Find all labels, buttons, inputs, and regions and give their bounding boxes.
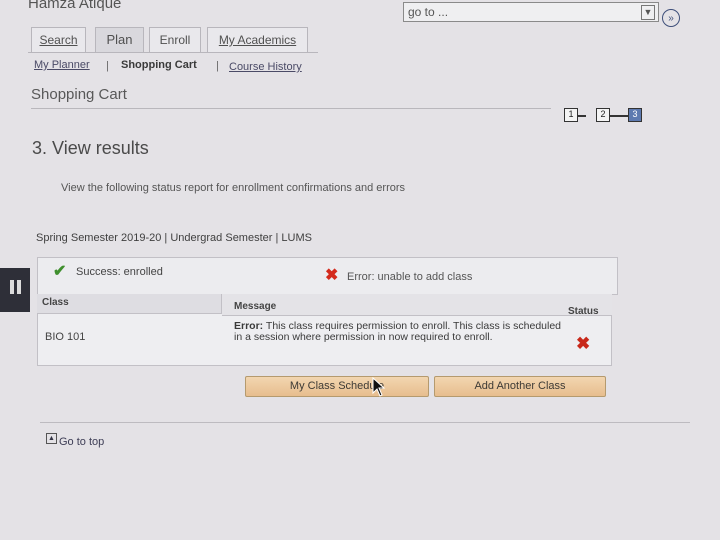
arrow-up-icon[interactable]: ▲ [46, 433, 57, 444]
table-row-message: Error: This class requires permission to… [234, 321, 564, 343]
column-header-message: Message [234, 301, 277, 312]
chevron-down-icon: ▼ [641, 5, 655, 20]
instructions-text: View the following status report for enr… [61, 182, 406, 194]
tab-plan-label: Plan [106, 32, 133, 47]
x-icon: ✖ [325, 267, 339, 284]
double-chevron-right-icon[interactable]: » [662, 9, 680, 27]
subnav-separator: | [106, 60, 109, 72]
step-connector [610, 115, 628, 117]
step-heading: 3. View results [32, 138, 149, 158]
tabs-divider [28, 52, 318, 53]
check-icon: ✔ [53, 263, 67, 280]
tab-plan[interactable]: Plan [95, 27, 144, 52]
message-header-cell [222, 294, 612, 316]
table-row-class: BIO 101 [45, 331, 86, 343]
subnav-my-planner[interactable]: My Planner [34, 59, 90, 71]
x-icon: ✖ [576, 334, 591, 353]
subnav-course-history[interactable]: Course History [229, 61, 302, 73]
tab-enroll-label: Enroll [159, 33, 191, 47]
tab-search-label: Search [39, 33, 78, 47]
pause-icon [10, 280, 22, 294]
step-connector [578, 115, 586, 117]
title-divider [31, 108, 551, 109]
goto-select[interactable]: go to ... ▼ [403, 2, 659, 22]
tab-my-academics[interactable]: My Academics [207, 27, 308, 52]
user-name: Hamza Atique [28, 0, 122, 12]
subnav-shopping-cart[interactable]: Shopping Cart [121, 59, 197, 71]
footer-divider [40, 422, 690, 423]
tab-search[interactable]: Search [31, 27, 86, 52]
step-3: 3 [628, 108, 642, 122]
message-body: This class requires permission to enroll… [234, 320, 562, 343]
go-to-top-link[interactable]: Go to top [59, 436, 104, 448]
term-info: Spring Semester 2019-20 | Undergrad Seme… [36, 232, 312, 244]
error-legend-label: Error: unable to add class [347, 271, 473, 283]
success-legend-label: Success: enrolled [76, 266, 163, 278]
column-header-class: Class [42, 297, 69, 308]
tab-my-academics-label: My Academics [218, 33, 297, 47]
page-title: Shopping Cart [31, 86, 127, 103]
goto-select-value: go to ... [408, 5, 449, 19]
mouse-cursor-icon [372, 377, 386, 397]
column-header-status: Status [568, 306, 599, 317]
step-2: 2 [596, 108, 610, 122]
subnav-separator: | [216, 60, 219, 72]
step-1: 1 [564, 108, 578, 122]
my-class-schedule-button[interactable]: My Class Schedule [245, 376, 429, 397]
tab-enroll[interactable]: Enroll [149, 27, 201, 52]
add-another-class-button[interactable]: Add Another Class [434, 376, 606, 397]
